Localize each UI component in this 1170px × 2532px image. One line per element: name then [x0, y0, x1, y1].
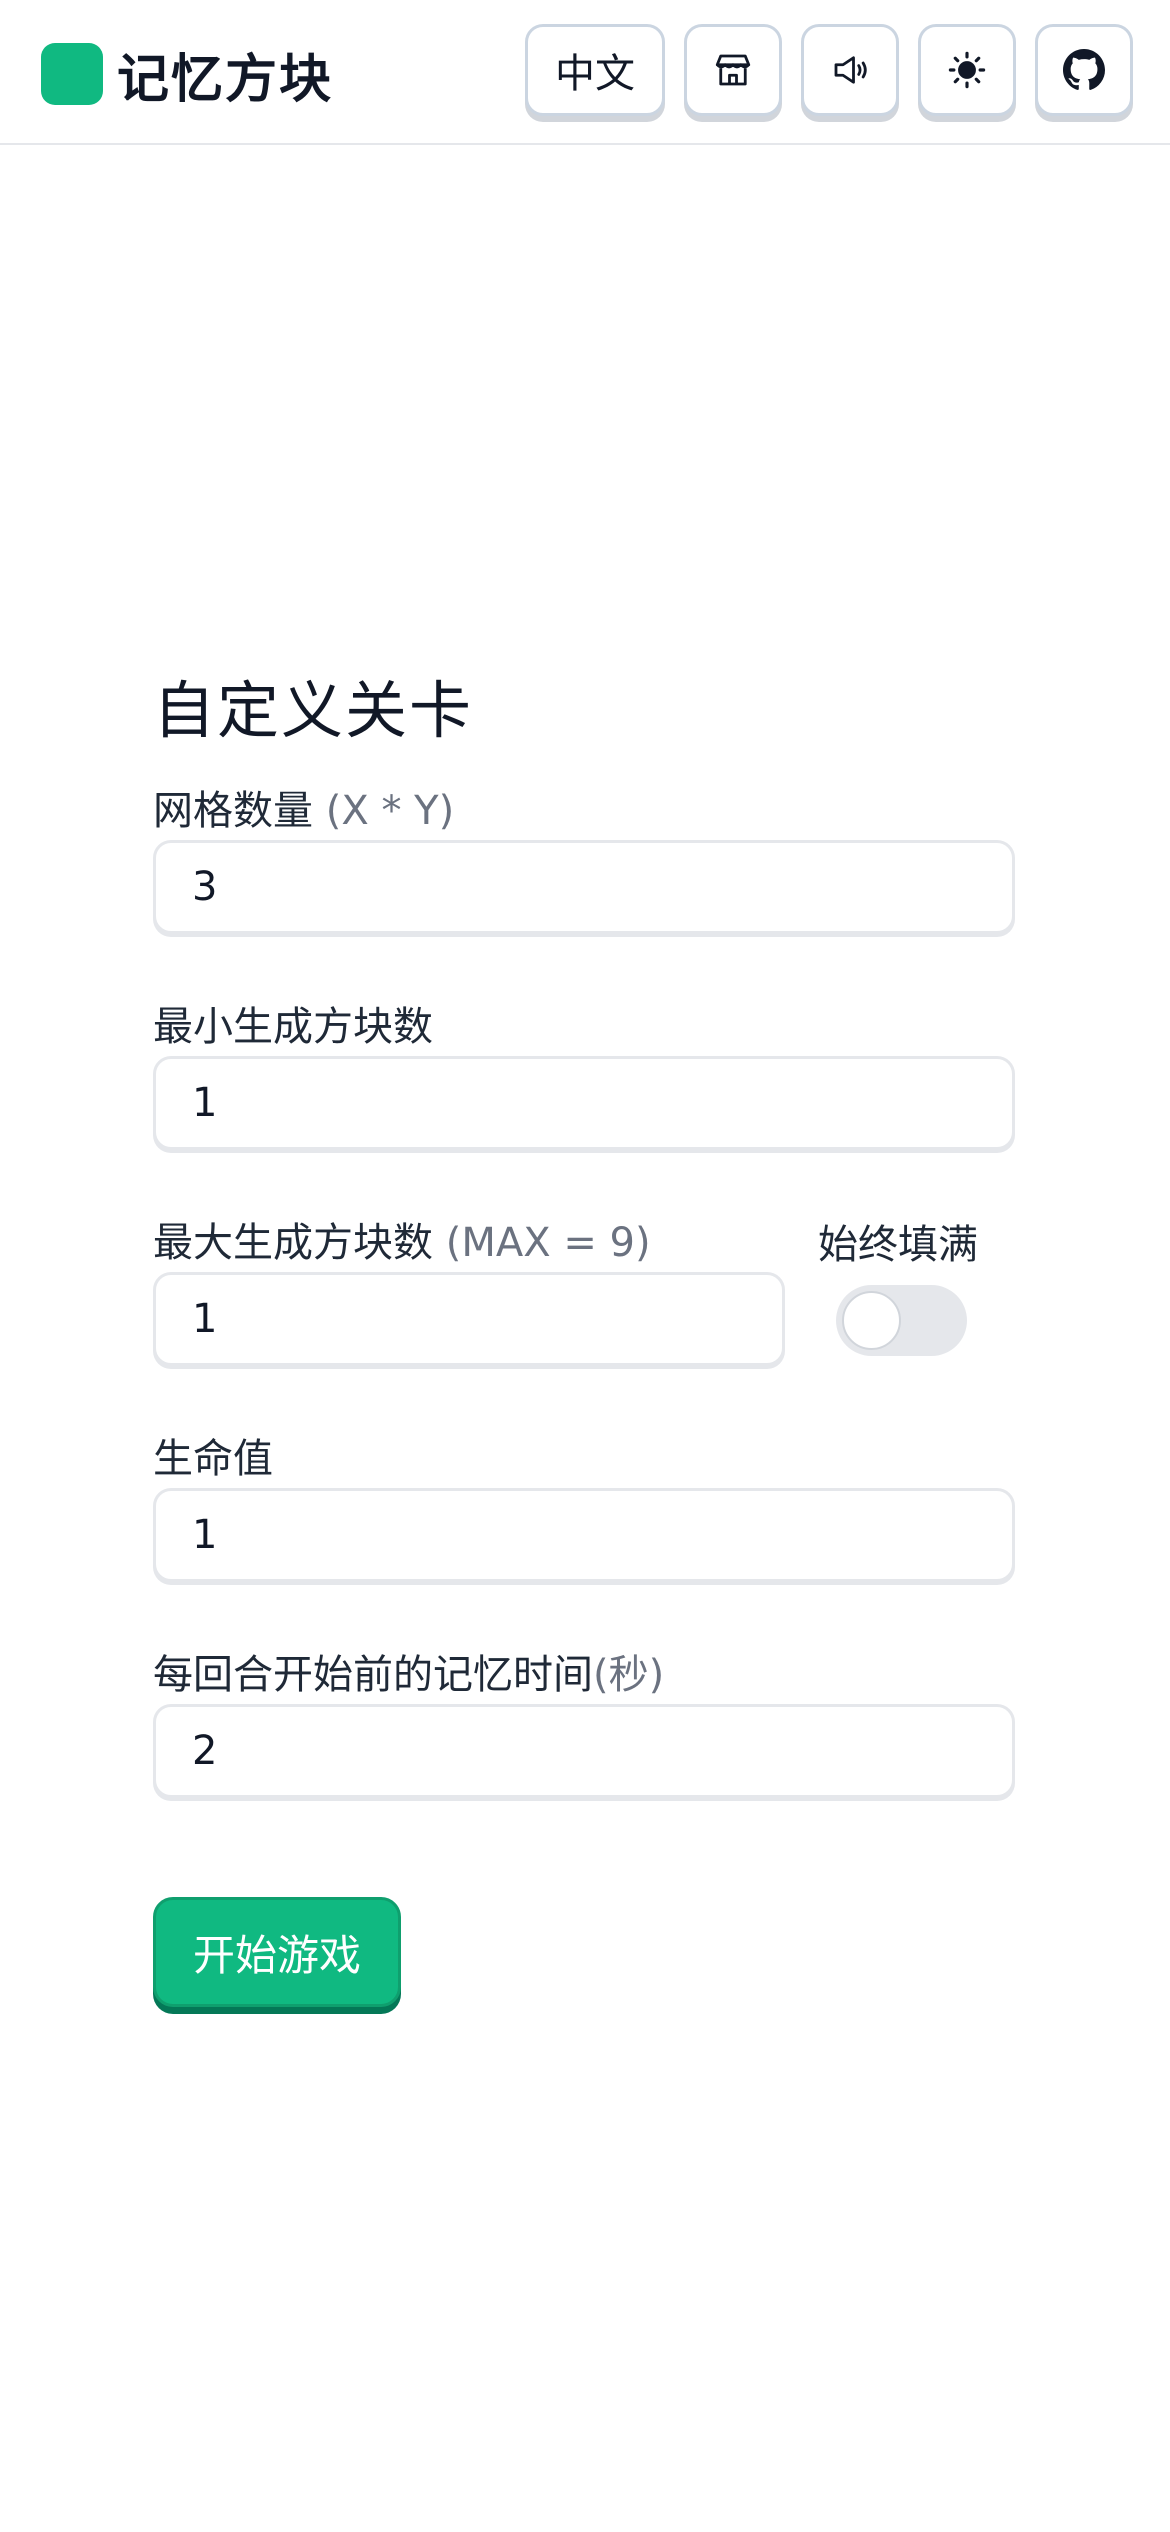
grid-count-label: 网格数量 (X * Y): [153, 778, 454, 836]
grid-count-label-text: 网格数量: [153, 788, 313, 834]
top-bar: 记忆方块 中文: [0, 0, 1170, 145]
min-blocks-label: 最小生成方块数: [153, 1004, 433, 1050]
max-blocks-hint: (MAX = 9): [445, 1220, 651, 1266]
theme-toggle-button[interactable]: [918, 24, 1016, 116]
lives-label: 生命值: [153, 1436, 273, 1482]
memory-time-label-text: 每回合开始前的记忆时间: [153, 1652, 593, 1698]
always-fill-label: 始终填满: [818, 1222, 978, 1268]
store-button[interactable]: [684, 24, 782, 116]
app-title: 记忆方块: [117, 49, 334, 110]
max-blocks-label: 最大生成方块数 (MAX = 9): [153, 1210, 651, 1268]
github-icon: [1063, 49, 1105, 90]
min-blocks-input[interactable]: 1: [153, 1056, 1015, 1150]
max-blocks-label-text: 最大生成方块数: [153, 1220, 433, 1266]
sun-icon: [948, 51, 986, 89]
logo-icon: [41, 43, 103, 105]
max-blocks-input[interactable]: 1: [153, 1272, 785, 1366]
grid-count-input[interactable]: 3: [153, 840, 1015, 934]
language-button[interactable]: 中文: [525, 24, 665, 116]
toggle-knob: [842, 1291, 901, 1350]
store-icon: [715, 54, 751, 86]
start-game-button[interactable]: 开始游戏: [153, 1897, 401, 2007]
github-button[interactable]: [1035, 24, 1133, 116]
grid-count-hint: (X * Y): [325, 788, 455, 834]
memory-time-input[interactable]: 2: [153, 1704, 1015, 1798]
memory-time-label: 每回合开始前的记忆时间(秒): [153, 1642, 664, 1700]
memory-time-hint: (秒): [593, 1652, 665, 1698]
lives-input[interactable]: 1: [153, 1488, 1015, 1582]
brand[interactable]: 记忆方块: [41, 43, 333, 110]
form-title: 自定义关卡: [153, 674, 474, 747]
speaker-icon: [834, 56, 867, 84]
sound-button[interactable]: [801, 24, 899, 116]
always-fill-toggle[interactable]: [836, 1285, 967, 1356]
